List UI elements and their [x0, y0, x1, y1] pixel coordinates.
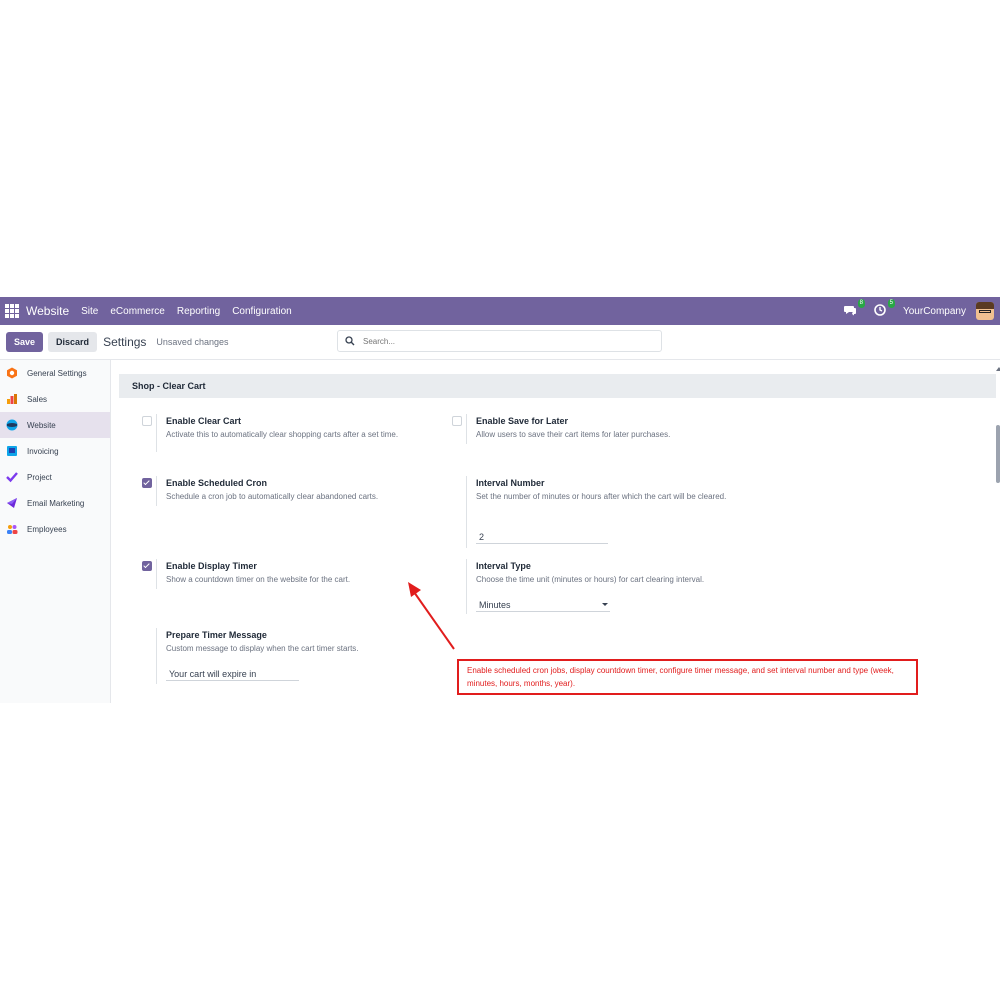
annotation-arrow-icon: [408, 582, 455, 650]
odoo-window: Website Site eCommerce Reporting Configu…: [0, 297, 1000, 703]
annotation-callout: Enable scheduled cron jobs, display coun…: [457, 659, 918, 695]
